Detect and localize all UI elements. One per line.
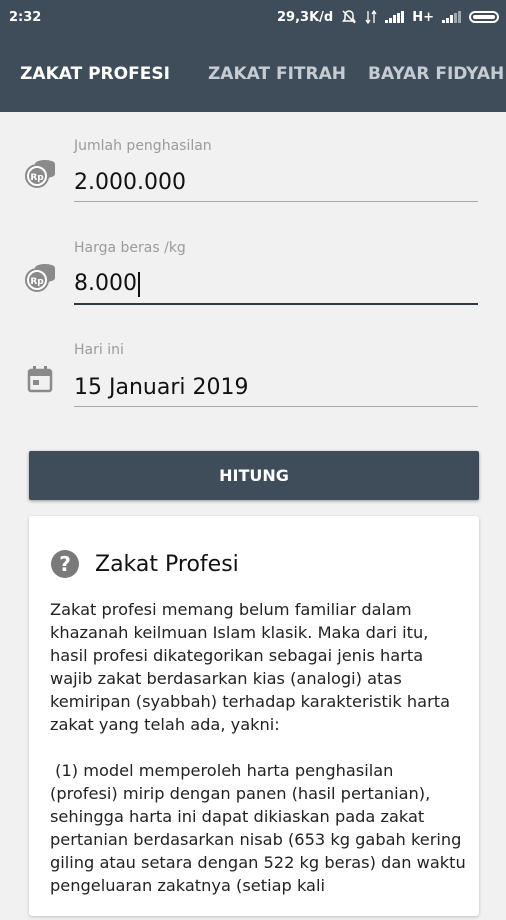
tab-bayar-fidyah[interactable]: BAYAR FIDYAH: [364, 36, 506, 112]
battery-icon: [469, 11, 499, 23]
app-bar: 2:32 29,3K/d H+ ZAKAT PROFESI ZAKAT FITR…: [0, 0, 506, 112]
hitung-button[interactable]: HITUNG: [29, 451, 479, 500]
signal-icon: [385, 11, 405, 23]
date-input[interactable]: 15 Januari 2019: [74, 375, 478, 407]
data-transfer-icon: [365, 10, 377, 24]
tab-zakat-fitrah[interactable]: ZAKAT FITRAH: [190, 36, 364, 112]
income-label: Jumlah penghasilan: [74, 138, 212, 154]
info-card-header: ? Zakat Profesi: [51, 550, 239, 578]
info-card: ? Zakat Profesi Zakat profesi memang bel…: [29, 516, 479, 916]
rupiah-coins-icon: Rp: [25, 160, 55, 188]
rupiah-coins-icon: Rp: [25, 264, 55, 292]
date-label: Hari ini: [74, 342, 124, 358]
text-caret: [137, 271, 140, 297]
svg-text:Rp: Rp: [30, 277, 44, 287]
signal-icon-2: [442, 11, 461, 23]
rice-price-input[interactable]: 8.000: [74, 271, 478, 305]
status-icons: 29,3K/d H+: [277, 9, 499, 25]
status-bar: 2:32 29,3K/d H+: [0, 0, 506, 36]
info-card-body: Zakat profesi memang belum familiar dala…: [50, 598, 466, 920]
help-icon: ?: [51, 550, 79, 578]
rice-price-label: Harga beras /kg: [74, 240, 186, 256]
info-paragraph-1: Zakat profesi memang belum familiar dala…: [50, 600, 450, 734]
calendar-icon: [27, 366, 53, 393]
tab-zakat-profesi[interactable]: ZAKAT PROFESI: [0, 36, 190, 112]
income-input[interactable]: 2.000.000: [74, 170, 478, 202]
info-paragraph-2: (1) model memperoleh harta penghasilan (…: [50, 761, 471, 895]
info-card-title: Zakat Profesi: [95, 551, 239, 577]
network-speed: 29,3K/d: [277, 9, 334, 25]
rice-price-value: 8.000: [74, 271, 137, 296]
mute-icon: [342, 10, 357, 24]
svg-text:Rp: Rp: [30, 173, 44, 183]
network-type: H+: [412, 9, 434, 25]
tab-bar: ZAKAT PROFESI ZAKAT FITRAH BAYAR FIDYAH: [0, 36, 506, 112]
status-time: 2:32: [9, 10, 42, 25]
